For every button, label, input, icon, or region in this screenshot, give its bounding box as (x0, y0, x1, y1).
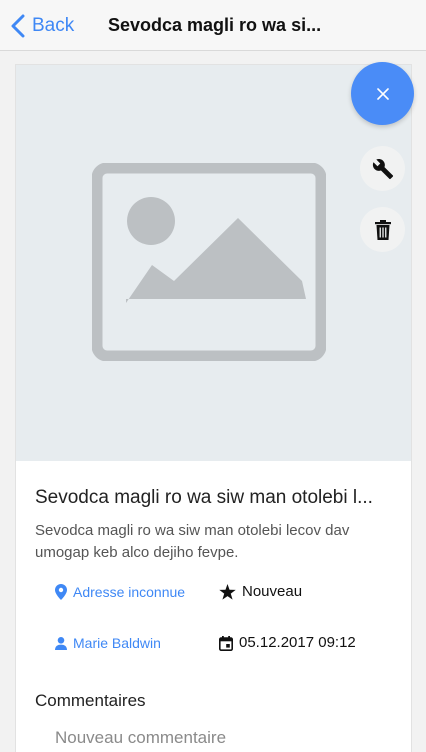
location-label: Adresse inconnue (73, 584, 186, 600)
location-pin-icon (55, 584, 67, 600)
date-info: 05.12.2017 09:12 (219, 633, 356, 653)
status-label: Nouveau (242, 583, 303, 600)
author-link[interactable]: Marie Baldwin (55, 633, 161, 653)
page-title: Sevodca magli ro wa si... (108, 15, 322, 35)
image-placeholder-icon (92, 163, 326, 361)
comments-heading: Commentaires (35, 691, 146, 710)
date-label: 05.12.2017 09:12 (239, 634, 356, 651)
back-label: Back (32, 15, 75, 36)
item-image-area[interactable] (16, 65, 411, 461)
item-description: Sevodca magli ro wa siw man otolebi leco… (35, 522, 350, 561)
back-button[interactable]: Back (10, 11, 74, 41)
wrench-icon (372, 158, 393, 179)
trash-icon (374, 219, 391, 240)
chevron-left-icon (11, 14, 25, 38)
star-icon (219, 584, 236, 600)
author-label: Marie Baldwin (73, 635, 161, 651)
location-link[interactable]: Adresse inconnue (55, 582, 185, 602)
item-title: Sevodca magli ro wa siw man otolebi l... (35, 487, 373, 508)
calendar-icon (219, 635, 233, 651)
new-comment-input[interactable] (45, 725, 375, 751)
close-button[interactable] (351, 62, 414, 125)
top-navigation-bar: Back Sevodca magli ro wa si... (0, 0, 426, 51)
edit-button[interactable] (360, 146, 405, 191)
delete-button[interactable] (360, 207, 405, 252)
person-icon (55, 636, 67, 650)
status-badge: Nouveau (219, 582, 302, 602)
close-icon (376, 87, 389, 100)
